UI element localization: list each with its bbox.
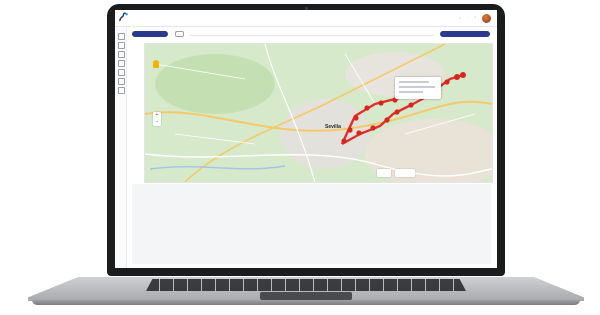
help-icon[interactable]: ? bbox=[474, 16, 476, 20]
notification-icon[interactable]: ◦ bbox=[467, 16, 468, 20]
sidebar bbox=[115, 27, 127, 268]
trackpad bbox=[260, 292, 352, 300]
route-logo-icon[interactable] bbox=[118, 12, 129, 23]
keyboard bbox=[146, 279, 466, 291]
sidebar-item-home-icon[interactable] bbox=[118, 33, 125, 40]
filter-toolbar bbox=[132, 29, 490, 38]
laptop-base bbox=[28, 270, 584, 308]
sidebar-item-alerts-icon[interactable] bbox=[118, 78, 125, 85]
satellite-button[interactable] bbox=[395, 169, 415, 177]
map-canvas[interactable] bbox=[145, 44, 492, 182]
sidebar-item-drivers-icon[interactable] bbox=[118, 60, 125, 67]
sidebar-item-settings-icon[interactable] bbox=[118, 87, 125, 94]
sidebar-item-vehicles-icon[interactable] bbox=[118, 51, 125, 58]
map-type-button[interactable] bbox=[377, 169, 391, 177]
app-header: ⌕ ◦ ? bbox=[115, 10, 497, 27]
toolbar-fields[interactable] bbox=[190, 31, 434, 36]
search-icon[interactable]: ⌕ bbox=[459, 16, 461, 20]
stop-info-card[interactable] bbox=[395, 77, 441, 99]
route-map[interactable]: + − Sevilla bbox=[144, 43, 493, 183]
laptop-lid: ⌕ ◦ ? + − Sevilla bbox=[107, 4, 505, 276]
sidebar-item-routes-icon[interactable] bbox=[118, 42, 125, 49]
zoom-in-button[interactable]: + bbox=[153, 112, 161, 119]
zoom-control: + − bbox=[153, 112, 161, 126]
laptop-bottom-edge bbox=[32, 300, 580, 305]
action-pill-button[interactable] bbox=[440, 30, 490, 37]
header-actions: ⌕ ◦ ? bbox=[459, 13, 491, 23]
sidebar-item-reports-icon[interactable] bbox=[118, 69, 125, 76]
details-panel bbox=[132, 184, 491, 264]
toolbar-toggle[interactable] bbox=[175, 30, 184, 37]
zoom-out-button[interactable]: − bbox=[153, 119, 161, 126]
filter-pill[interactable] bbox=[132, 30, 168, 37]
laptop-screen: ⌕ ◦ ? + − Sevilla bbox=[115, 10, 497, 268]
avatar[interactable] bbox=[482, 13, 491, 23]
street-view-pegman-icon[interactable] bbox=[153, 60, 159, 68]
map-city-label: Sevilla bbox=[325, 124, 341, 130]
